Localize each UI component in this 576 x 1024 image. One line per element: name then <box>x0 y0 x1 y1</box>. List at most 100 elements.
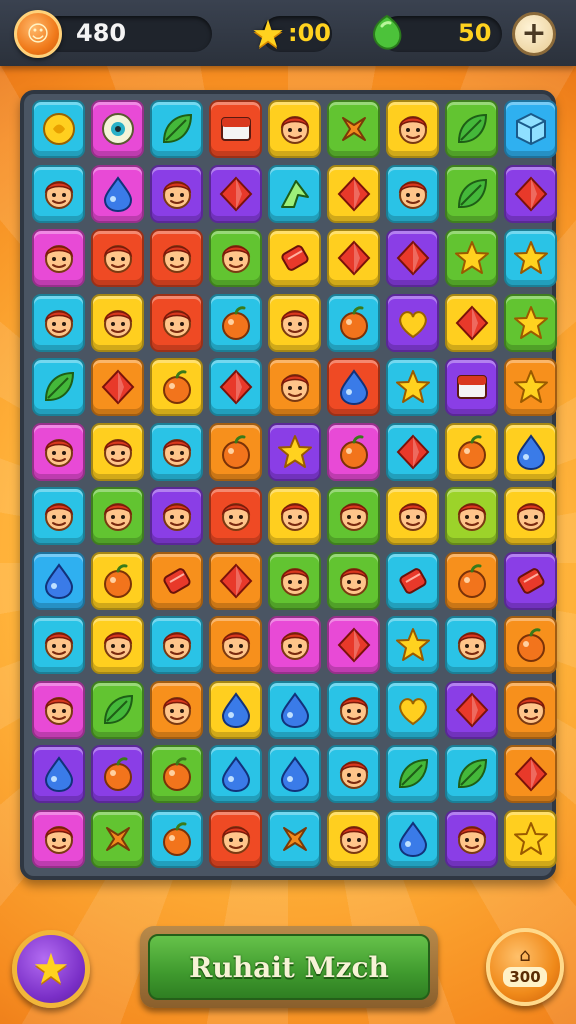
add-currency-button[interactable]: + <box>512 12 556 56</box>
board-tile[interactable] <box>327 422 380 481</box>
board-tile[interactable] <box>32 164 85 223</box>
board-tile[interactable] <box>504 487 557 545</box>
board-tile[interactable] <box>504 551 557 610</box>
board-tile[interactable] <box>150 680 203 739</box>
board-tile[interactable] <box>91 616 144 674</box>
board-tile[interactable] <box>504 422 557 481</box>
board-tile[interactable] <box>268 229 321 287</box>
board-tile[interactable] <box>445 100 498 158</box>
board-tile[interactable] <box>327 809 380 868</box>
board-tile[interactable] <box>91 680 144 739</box>
board-tile[interactable] <box>209 809 262 868</box>
board-tile[interactable] <box>91 100 144 158</box>
board-tile[interactable] <box>327 293 380 352</box>
board-tile[interactable] <box>91 487 144 545</box>
board-tile[interactable] <box>150 422 203 481</box>
board-tile[interactable] <box>32 229 85 287</box>
board-tile[interactable] <box>386 358 439 416</box>
board-tile[interactable] <box>209 551 262 610</box>
board-tile[interactable] <box>327 487 380 545</box>
board-tile[interactable] <box>327 680 380 739</box>
board-tile[interactable] <box>32 100 85 158</box>
board-tile[interactable] <box>504 100 557 158</box>
board-tile[interactable] <box>150 809 203 868</box>
board-tile[interactable] <box>327 358 380 416</box>
board-tile[interactable] <box>268 551 321 610</box>
board-tile[interactable] <box>386 229 439 287</box>
board-tile[interactable] <box>91 809 144 868</box>
board-tile[interactable] <box>32 680 85 739</box>
main-action-button[interactable]: Ruhait Mzch <box>140 926 438 1008</box>
board-tile[interactable] <box>268 358 321 416</box>
board-tile[interactable] <box>209 680 262 739</box>
board-tile[interactable] <box>386 616 439 674</box>
board-tile[interactable] <box>445 422 498 481</box>
board-tile[interactable] <box>504 164 557 223</box>
board-tile[interactable] <box>91 358 144 416</box>
board-tile[interactable] <box>150 100 203 158</box>
board-tile[interactable] <box>209 616 262 674</box>
board-tile[interactable] <box>504 809 557 868</box>
board-tile[interactable] <box>504 680 557 739</box>
board-tile[interactable] <box>445 293 498 352</box>
board-tile[interactable] <box>386 487 439 545</box>
board-tile[interactable] <box>445 487 498 545</box>
board-tile[interactable] <box>150 293 203 352</box>
board-tile[interactable] <box>32 809 85 868</box>
board-tile[interactable] <box>32 293 85 352</box>
board-tile[interactable] <box>91 164 144 223</box>
board-tile[interactable] <box>209 164 262 223</box>
board-tile[interactable] <box>209 229 262 287</box>
board-tile[interactable] <box>268 680 321 739</box>
board-tile[interactable] <box>504 616 557 674</box>
board-tile[interactable] <box>268 487 321 545</box>
board-tile[interactable] <box>150 487 203 545</box>
board-tile[interactable] <box>150 358 203 416</box>
board-tile[interactable] <box>150 229 203 287</box>
board-tile[interactable] <box>150 616 203 674</box>
star-power-button[interactable]: ★ <box>12 930 90 1008</box>
board-tile[interactable] <box>32 745 85 803</box>
board-tile[interactable] <box>445 229 498 287</box>
board-tile[interactable] <box>327 745 380 803</box>
board-tile[interactable] <box>32 422 85 481</box>
board-tile[interactable] <box>445 680 498 739</box>
coin-icon[interactable]: ☺ <box>14 10 62 58</box>
board-tile[interactable] <box>504 745 557 803</box>
board-tile[interactable] <box>445 358 498 416</box>
board-tile[interactable] <box>150 164 203 223</box>
board-tile[interactable] <box>91 293 144 352</box>
board-tile[interactable] <box>209 422 262 481</box>
board-tile[interactable] <box>445 164 498 223</box>
board-tile[interactable] <box>327 551 380 610</box>
board-tile[interactable] <box>504 229 557 287</box>
board-tile[interactable] <box>209 745 262 803</box>
board-tile[interactable] <box>327 164 380 223</box>
board-tile[interactable] <box>268 616 321 674</box>
board-tile[interactable] <box>209 487 262 545</box>
board-tile[interactable] <box>445 809 498 868</box>
board-tile[interactable] <box>386 100 439 158</box>
board-tile[interactable] <box>32 616 85 674</box>
board-tile[interactable] <box>209 293 262 352</box>
board-tile[interactable] <box>91 229 144 287</box>
main-action-button-face[interactable]: Ruhait Mzch <box>148 934 430 1000</box>
board-tile[interactable] <box>504 293 557 352</box>
board-tile[interactable] <box>386 745 439 803</box>
board-tile[interactable] <box>91 745 144 803</box>
board-tile[interactable] <box>209 358 262 416</box>
board-tile[interactable] <box>386 293 439 352</box>
board-tile[interactable] <box>268 422 321 481</box>
board-tile[interactable] <box>209 100 262 158</box>
board-tile[interactable] <box>445 616 498 674</box>
board-tile[interactable] <box>268 809 321 868</box>
board-tile[interactable] <box>91 551 144 610</box>
board-tile[interactable] <box>504 358 557 416</box>
board-tile[interactable] <box>386 422 439 481</box>
board-tile[interactable] <box>268 745 321 803</box>
board-tile[interactable] <box>445 551 498 610</box>
board-tile[interactable] <box>327 229 380 287</box>
board-tile[interactable] <box>268 100 321 158</box>
board-tile[interactable] <box>327 616 380 674</box>
board-tile[interactable] <box>32 551 85 610</box>
